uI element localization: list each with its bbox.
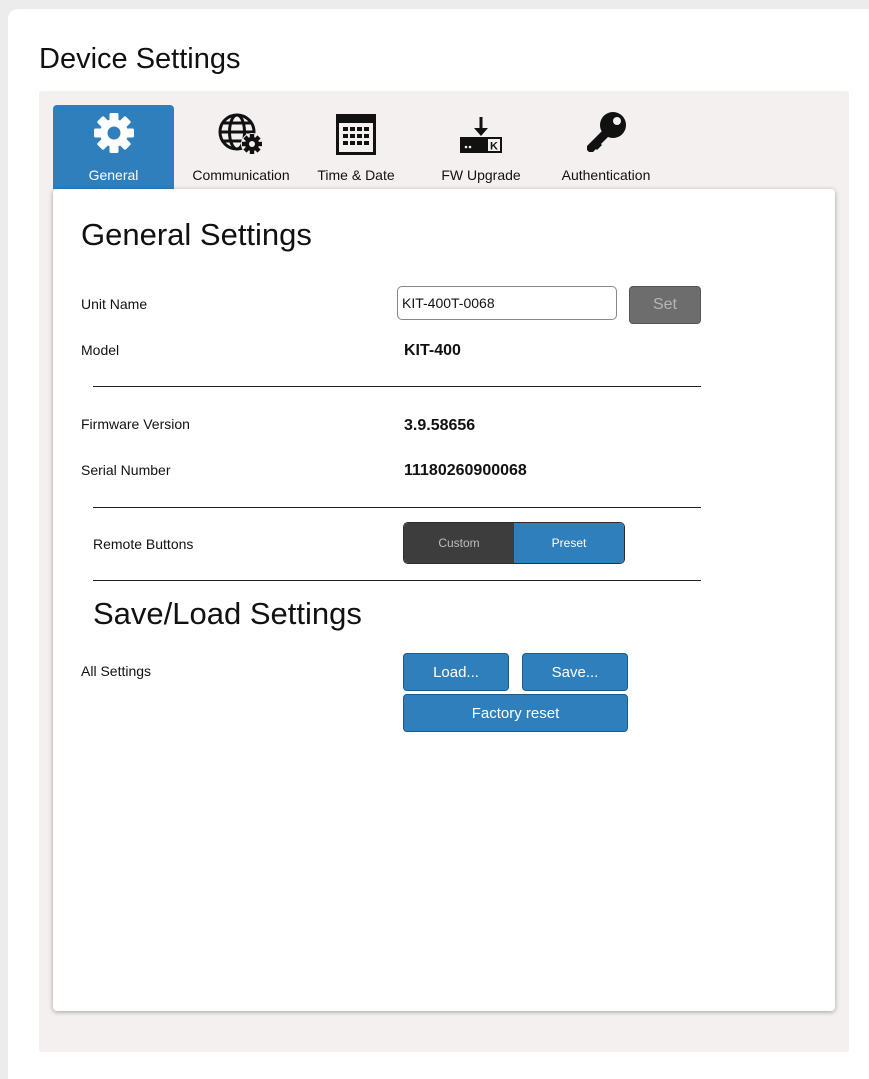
divider [93, 386, 701, 387]
model-label: Model [81, 342, 120, 358]
divider [93, 580, 701, 581]
remote-custom-option[interactable]: Custom [404, 523, 514, 563]
firmware-download-icon: K [456, 115, 506, 160]
svg-text:K: K [490, 141, 498, 153]
tab-general-label: General [88, 167, 139, 183]
tab-time-date-label: Time & Date [317, 167, 395, 183]
general-settings-content: General Settings Unit Name Set Model KIT… [53, 189, 835, 1011]
unit-name-label: Unit Name [81, 296, 148, 312]
tab-time-date[interactable]: Time & Date [307, 105, 405, 189]
firmware-version-label: Firmware Version [81, 416, 190, 432]
tab-bar: General Communication Time & Date K FW U… [39, 91, 849, 191]
gear-icon [92, 111, 136, 160]
remote-preset-option[interactable]: Preset [514, 523, 624, 563]
remote-buttons-label: Remote Buttons [93, 536, 194, 552]
unit-name-input[interactable] [397, 286, 617, 320]
save-button[interactable]: Save... [522, 653, 628, 691]
tab-fw-upgrade[interactable]: K FW Upgrade [427, 105, 535, 189]
tab-communication[interactable]: Communication [179, 105, 303, 189]
page: Device Settings General Communication Ti… [8, 9, 869, 1079]
load-button[interactable]: Load... [403, 653, 509, 691]
set-button[interactable]: Set [629, 286, 701, 324]
tab-authentication[interactable]: Authentication [545, 105, 667, 189]
model-value: KIT-400 [404, 342, 461, 359]
page-title: Device Settings [39, 43, 241, 75]
save-load-settings-title: Save/Load Settings [93, 596, 362, 631]
calendar-icon [334, 111, 378, 162]
tab-communication-label: Communication [192, 167, 290, 183]
tab-general[interactable]: General [53, 105, 174, 189]
tab-authentication-label: Authentication [561, 167, 651, 183]
serial-number-label: Serial Number [81, 462, 171, 478]
key-icon [584, 111, 628, 162]
general-settings-title: General Settings [81, 217, 312, 252]
serial-number-value: 11180260900068 [404, 462, 527, 479]
remote-buttons-toggle[interactable]: Custom Preset [403, 522, 625, 564]
divider [93, 507, 701, 508]
tab-fw-upgrade-label: FW Upgrade [441, 167, 521, 183]
globe-gear-icon [217, 111, 265, 162]
firmware-version-value: 3.9.58656 [404, 417, 476, 434]
settings-panel: General Communication Time & Date K FW U… [39, 91, 849, 1052]
factory-reset-button[interactable]: Factory reset [403, 694, 628, 732]
all-settings-label: All Settings [81, 663, 152, 679]
